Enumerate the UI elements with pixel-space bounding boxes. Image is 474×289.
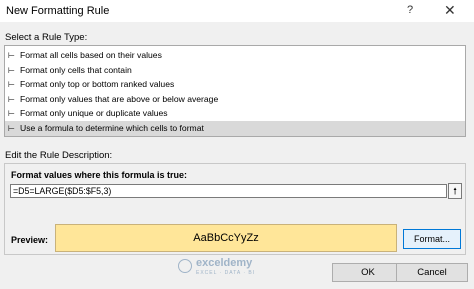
title-bar: New Formatting Rule ? ✕ (0, 0, 474, 22)
watermark-name: exceldemy (196, 257, 253, 269)
formula-label: Format values where this formula is true… (11, 170, 188, 180)
dialog-title: New Formatting Rule (6, 5, 110, 17)
cancel-button[interactable]: Cancel (396, 263, 468, 282)
arrow-icon: ⊢ (8, 94, 15, 104)
watermark-tagline: EXCEL · DATA · BI (196, 270, 256, 276)
rule-type-item[interactable]: ⊢ Format only unique or duplicate values (5, 106, 465, 121)
watermark: exceldemy EXCEL · DATA · BI (178, 257, 308, 277)
rule-type-item[interactable]: ⊢ Format only cells that contain (5, 63, 465, 78)
rule-type-list[interactable]: ⊢ Format all cells based on their values … (4, 45, 466, 137)
help-icon[interactable]: ? (407, 4, 413, 16)
rule-type-item[interactable]: ⊢ Format all cells based on their values (5, 48, 465, 63)
rule-type-item[interactable]: ⊢ Format only values that are above or be… (5, 92, 465, 107)
formula-input[interactable]: =D5=LARGE($D5:$F5,3) (10, 184, 447, 198)
rule-type-label: Select a Rule Type: (5, 32, 88, 43)
preview-label: Preview: (11, 235, 49, 245)
rule-type-item[interactable]: ⊢ Format only top or bottom ranked values (5, 77, 465, 92)
arrow-icon: ⊢ (8, 109, 15, 119)
arrow-icon: ⊢ (8, 80, 15, 90)
preview-box: AaBbCcYyZz (55, 224, 397, 252)
close-icon[interactable]: ✕ (444, 2, 456, 19)
arrow-icon: ⊢ (8, 51, 15, 60)
rule-description-label: Edit the Rule Description: (5, 150, 113, 161)
arrow-icon: ⊢ (8, 123, 15, 133)
format-button[interactable]: Format... (403, 229, 461, 249)
collapse-dialog-icon[interactable]: 🠕 (448, 183, 462, 199)
rule-type-item-selected[interactable]: ⊢ Use a formula to determine which cells … (5, 120, 465, 136)
arrow-icon: ⊢ (8, 65, 15, 75)
exceldemy-logo-icon (178, 259, 192, 273)
rule-description-panel: Format values where this formula is true… (4, 163, 466, 255)
ok-button[interactable]: OK (332, 263, 404, 282)
